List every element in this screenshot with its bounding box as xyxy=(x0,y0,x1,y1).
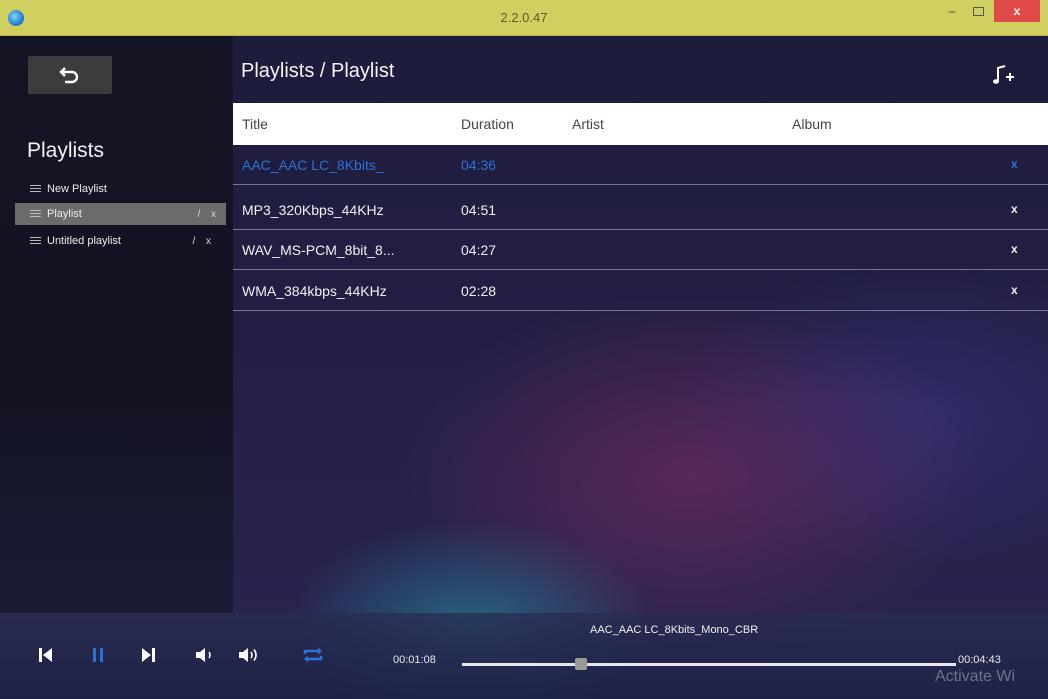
total-time: 00:04:43 xyxy=(958,654,1001,666)
playlist-edit-remove-actions[interactable]: / x xyxy=(197,209,220,220)
column-duration[interactable]: Duration xyxy=(461,116,514,132)
playlist-label: Playlist xyxy=(47,208,82,220)
sidebar-heading: Playlists xyxy=(27,139,105,162)
player-bar: AAC_AAC LC_8Kbits_Mono_CBR 00:01:08 00:0… xyxy=(0,613,1048,699)
table-row[interactable]: AAC_AAC LC_8Kbits_ 04:36 x xyxy=(233,147,1048,185)
table-row[interactable]: WMA_384kbps_44KHz 02:28 x xyxy=(233,273,1048,311)
add-music-button[interactable] xyxy=(990,62,1016,88)
remove-track-button[interactable]: x xyxy=(1011,202,1018,216)
volume-up-button[interactable] xyxy=(237,644,267,666)
track-duration: 04:51 xyxy=(461,202,497,218)
previous-button[interactable] xyxy=(36,644,56,666)
track-duration: 02:28 xyxy=(461,283,497,299)
list-icon xyxy=(30,184,41,194)
window-title: 2.2.0.47 xyxy=(500,10,548,25)
previous-icon xyxy=(39,648,52,662)
table-header: Title Duration Artist Album xyxy=(233,103,1048,145)
app-icon xyxy=(8,10,24,26)
playlist-edit-remove-actions[interactable]: / x xyxy=(192,236,215,247)
next-button[interactable] xyxy=(138,644,158,666)
column-title[interactable]: Title xyxy=(242,116,268,132)
track-title: WAV_MS-PCM_8bit_8... xyxy=(242,242,395,258)
title-bar: 2.2.0.47 – x xyxy=(0,0,1048,36)
table-row[interactable]: WAV_MS-PCM_8bit_8... 04:27 x xyxy=(233,232,1048,270)
playlist-item-new[interactable]: New Playlist xyxy=(27,178,221,200)
activation-watermark: Activate Wi xyxy=(935,668,1016,685)
remove-track-button[interactable]: x xyxy=(1011,157,1018,171)
remove-track-button[interactable]: x xyxy=(1011,283,1018,297)
now-playing-title: AAC_AAC LC_8Kbits_Mono_CBR xyxy=(590,624,759,636)
track-title: AAC_AAC LC_8Kbits_ xyxy=(242,157,384,173)
minimize-button[interactable]: – xyxy=(940,0,964,22)
volume-down-icon xyxy=(196,648,211,662)
pause-button[interactable] xyxy=(88,644,108,666)
column-album[interactable]: Album xyxy=(792,116,832,132)
sidebar: Playlists New Playlist Playlist / x Unti… xyxy=(0,36,233,613)
track-title: MP3_320Kbps_44KHz xyxy=(242,202,384,218)
close-button[interactable]: x xyxy=(994,0,1040,22)
repeat-button[interactable] xyxy=(297,644,329,666)
next-icon xyxy=(142,648,155,662)
back-arrow-icon xyxy=(59,67,79,84)
music-note-plus-icon xyxy=(993,65,1014,84)
repeat-icon xyxy=(303,647,323,663)
maximize-icon xyxy=(972,6,984,16)
maximize-button[interactable] xyxy=(966,0,990,22)
list-icon xyxy=(30,236,41,246)
column-artist[interactable]: Artist xyxy=(572,116,604,132)
volume-up-icon xyxy=(239,648,257,662)
back-button[interactable] xyxy=(28,56,112,94)
playlist-item-playlist[interactable]: Playlist / x xyxy=(15,203,226,225)
volume-down-button[interactable] xyxy=(192,644,222,666)
playlist-label: Untitled playlist xyxy=(47,235,121,247)
list-icon xyxy=(30,209,41,219)
track-duration: 04:27 xyxy=(461,242,497,258)
playlist-label: New Playlist xyxy=(47,183,107,195)
seek-slider[interactable] xyxy=(462,658,956,670)
pause-icon xyxy=(93,648,103,662)
table-row[interactable]: MP3_320Kbps_44KHz 04:51 x xyxy=(233,192,1048,230)
app-area: Playlists New Playlist Playlist / x Unti… xyxy=(0,36,1048,699)
track-title: WMA_384kbps_44KHz xyxy=(242,283,387,299)
track-duration: 04:36 xyxy=(461,157,497,173)
playlist-item-untitled[interactable]: Untitled playlist / x xyxy=(27,230,221,252)
seek-handle[interactable] xyxy=(574,658,587,670)
remove-track-button[interactable]: x xyxy=(1011,242,1018,256)
page-title: Playlists / Playlist xyxy=(241,60,395,82)
current-time: 00:01:08 xyxy=(393,654,436,666)
